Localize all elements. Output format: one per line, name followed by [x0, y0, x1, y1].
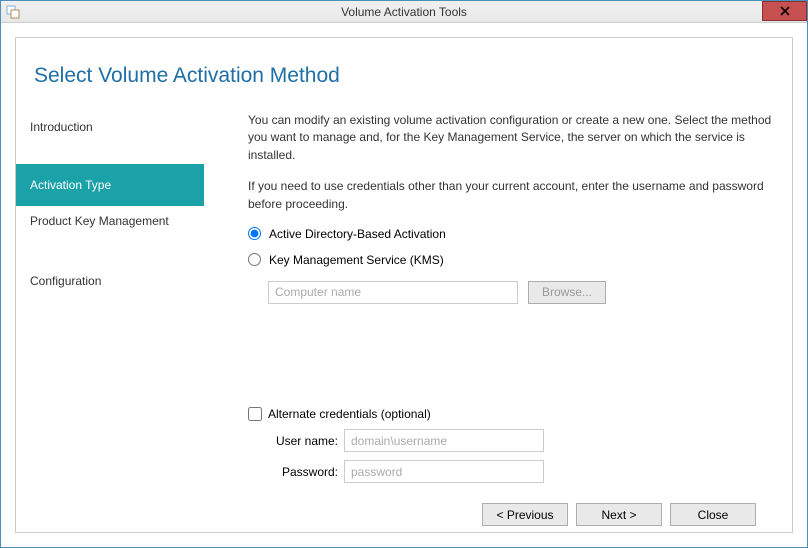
page-title: Select Volume Activation Method [16, 38, 792, 112]
sidebar-item-activation-type[interactable]: Activation Type [16, 164, 204, 206]
kms-subrow: Browse... [268, 281, 774, 304]
radio-kms-label: Key Management Service (KMS) [269, 253, 444, 267]
close-window-button[interactable] [762, 1, 807, 21]
username-label: User name: [268, 434, 338, 448]
next-button[interactable]: Next > [576, 503, 662, 526]
radio-row-kms: Key Management Service (KMS) [248, 253, 774, 267]
alt-cred-checkbox[interactable] [248, 407, 262, 421]
radio-ad-based[interactable] [248, 227, 261, 240]
window: Volume Activation Tools Select Volume Ac… [0, 0, 808, 548]
spacer [248, 304, 774, 407]
sidebar-item-configuration[interactable]: Configuration [16, 266, 204, 296]
browse-button[interactable]: Browse... [528, 281, 606, 304]
radio-ad-label: Active Directory-Based Activation [269, 227, 446, 241]
sidebar-item-product-key-management[interactable]: Product Key Management [16, 206, 204, 236]
close-button[interactable]: Close [670, 503, 756, 526]
password-row: Password: [268, 460, 774, 483]
panel: Select Volume Activation Method Introduc… [15, 37, 793, 533]
wizard-footer: < Previous Next > Close [248, 493, 774, 532]
username-input[interactable] [344, 429, 544, 452]
app-icon [5, 4, 21, 20]
password-label: Password: [268, 465, 338, 479]
window-title: Volume Activation Tools [1, 5, 807, 19]
content-wrap: Select Volume Activation Method Introduc… [1, 23, 807, 547]
alt-cred-label: Alternate credentials (optional) [268, 407, 431, 421]
sidebar-item-introduction[interactable]: Introduction [16, 112, 204, 142]
radio-row-ad: Active Directory-Based Activation [248, 227, 774, 241]
alt-cred-checkbox-row: Alternate credentials (optional) [248, 407, 774, 421]
intro-paragraph-1: You can modify an existing volume activa… [248, 112, 774, 164]
alt-credentials-block: Alternate credentials (optional) User na… [248, 407, 774, 483]
two-column-layout: Introduction Activation Type Product Key… [16, 112, 792, 532]
titlebar: Volume Activation Tools [1, 1, 807, 23]
main-content: You can modify an existing volume activa… [204, 112, 792, 532]
intro-text: You can modify an existing volume activa… [248, 112, 774, 227]
radio-kms[interactable] [248, 253, 261, 266]
username-row: User name: [268, 429, 774, 452]
password-input[interactable] [344, 460, 544, 483]
computer-name-input[interactable] [268, 281, 518, 304]
intro-paragraph-2: If you need to use credentials other tha… [248, 178, 774, 213]
sidebar: Introduction Activation Type Product Key… [16, 112, 204, 532]
previous-button[interactable]: < Previous [482, 503, 568, 526]
